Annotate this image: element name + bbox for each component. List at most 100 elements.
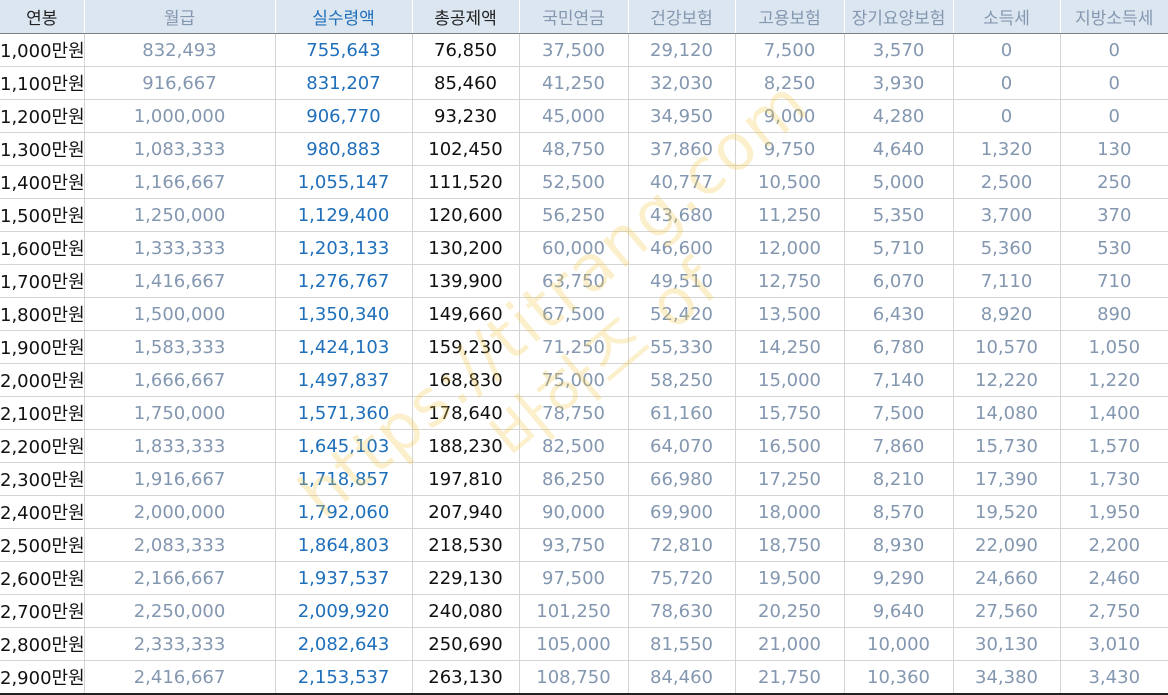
local-income-tax-cell: 1,950 <box>1059 495 1168 529</box>
income-tax-cell: 30,130 <box>952 627 1060 661</box>
long-term-care-cell: 6,430 <box>843 297 953 331</box>
monthly-salary-cell: 1,500,000 <box>83 297 275 331</box>
health-insurance-cell: 32,030 <box>627 66 735 100</box>
local-income-tax-cell: 710 <box>1059 264 1168 298</box>
local-income-tax-cell: 0 <box>1059 66 1168 100</box>
monthly-salary-cell: 2,166,667 <box>83 561 275 595</box>
long-term-care-cell: 5,000 <box>843 165 953 199</box>
national-pension-cell: 52,500 <box>518 165 628 199</box>
net-pay-cell: 1,718,857 <box>274 462 412 496</box>
net-pay-cell: 1,937,537 <box>274 561 412 595</box>
annual-salary-cell: 1,800만원 <box>0 297 84 331</box>
employment-insurance-cell: 20,250 <box>734 594 844 628</box>
national-pension-cell: 101,250 <box>518 594 628 628</box>
employment-insurance-cell: 21,750 <box>734 660 844 695</box>
total-deduction-cell: 188,230 <box>411 429 519 463</box>
national-pension-cell: 97,500 <box>518 561 628 595</box>
national-pension-cell: 56,250 <box>518 198 628 232</box>
income-tax-cell: 8,920 <box>952 297 1060 331</box>
long-term-care-cell: 4,280 <box>843 99 953 133</box>
net-pay-cell: 1,864,803 <box>274 528 412 562</box>
annual-salary-cell: 1,300만원 <box>0 132 84 166</box>
national-pension-cell: 86,250 <box>518 462 628 496</box>
table-row: 1,000만원 832,493 755,643 76,850 37,500 29,120 7… <box>0 33 1168 67</box>
annual-salary-cell: 2,500만원 <box>0 528 84 562</box>
employment-insurance-cell: 13,500 <box>734 297 844 331</box>
net-pay-cell: 1,276,767 <box>274 264 412 298</box>
net-pay-cell: 1,497,837 <box>274 363 412 397</box>
table-row: 1,500만원 1,250,000 1,129,400 120,600 56,250 43… <box>0 198 1168 232</box>
national-pension-cell: 60,000 <box>518 231 628 265</box>
long-term-care-cell: 9,290 <box>843 561 953 595</box>
employment-insurance-cell: 15,750 <box>734 396 844 430</box>
net-pay-cell: 755,643 <box>274 33 412 67</box>
national-pension-cell: 90,000 <box>518 495 628 529</box>
net-pay-cell: 1,055,147 <box>274 165 412 199</box>
income-tax-cell: 34,380 <box>952 660 1060 695</box>
total-deduction-cell: 178,640 <box>411 396 519 430</box>
total-deduction-cell: 250,690 <box>411 627 519 661</box>
header-local-income-tax: 지방소득세 <box>1059 0 1168 34</box>
monthly-salary-cell: 1,000,000 <box>83 99 275 133</box>
local-income-tax-cell: 1,730 <box>1059 462 1168 496</box>
local-income-tax-cell: 250 <box>1059 165 1168 199</box>
long-term-care-cell: 5,350 <box>843 198 953 232</box>
monthly-salary-cell: 1,250,000 <box>83 198 275 232</box>
national-pension-cell: 45,000 <box>518 99 628 133</box>
total-deduction-cell: 93,230 <box>411 99 519 133</box>
annual-salary-cell: 2,600만원 <box>0 561 84 595</box>
local-income-tax-cell: 2,460 <box>1059 561 1168 595</box>
local-income-tax-cell: 130 <box>1059 132 1168 166</box>
long-term-care-cell: 6,780 <box>843 330 953 364</box>
health-insurance-cell: 64,070 <box>627 429 735 463</box>
employment-insurance-cell: 11,250 <box>734 198 844 232</box>
income-tax-cell: 17,390 <box>952 462 1060 496</box>
table-body: 1,000만원 832,493 755,643 76,850 37,500 29,120 7… <box>0 33 1168 695</box>
health-insurance-cell: 78,630 <box>627 594 735 628</box>
table-row: 2,700만원 2,250,000 2,009,920 240,080 101,250 7… <box>0 594 1168 628</box>
total-deduction-cell: 159,230 <box>411 330 519 364</box>
employment-insurance-cell: 15,000 <box>734 363 844 397</box>
total-deduction-cell: 207,940 <box>411 495 519 529</box>
table-row: 2,100만원 1,750,000 1,571,360 178,640 78,750 61… <box>0 396 1168 430</box>
table-row: 2,400만원 2,000,000 1,792,060 207,940 90,000 69… <box>0 495 1168 529</box>
monthly-salary-cell: 1,916,667 <box>83 462 275 496</box>
header-annual-salary: 연봉 <box>0 0 84 34</box>
health-insurance-cell: 43,680 <box>627 198 735 232</box>
national-pension-cell: 105,000 <box>518 627 628 661</box>
health-insurance-cell: 61,160 <box>627 396 735 430</box>
long-term-care-cell: 7,860 <box>843 429 953 463</box>
local-income-tax-cell: 0 <box>1059 33 1168 67</box>
monthly-salary-cell: 2,000,000 <box>83 495 275 529</box>
employment-insurance-cell: 8,250 <box>734 66 844 100</box>
monthly-salary-cell: 1,833,333 <box>83 429 275 463</box>
monthly-salary-cell: 832,493 <box>83 33 275 67</box>
annual-salary-cell: 2,000만원 <box>0 363 84 397</box>
local-income-tax-cell: 1,050 <box>1059 330 1168 364</box>
total-deduction-cell: 197,810 <box>411 462 519 496</box>
health-insurance-cell: 81,550 <box>627 627 735 661</box>
monthly-salary-cell: 1,083,333 <box>83 132 275 166</box>
annual-salary-cell: 2,400만원 <box>0 495 84 529</box>
table-row: 2,600만원 2,166,667 1,937,537 229,130 97,500 75… <box>0 561 1168 595</box>
local-income-tax-cell: 2,200 <box>1059 528 1168 562</box>
local-income-tax-cell: 3,430 <box>1059 660 1168 695</box>
employment-insurance-cell: 18,000 <box>734 495 844 529</box>
annual-salary-cell: 1,600만원 <box>0 231 84 265</box>
national-pension-cell: 108,750 <box>518 660 628 695</box>
net-pay-cell: 1,424,103 <box>274 330 412 364</box>
net-pay-cell: 1,203,133 <box>274 231 412 265</box>
income-tax-cell: 0 <box>952 66 1060 100</box>
health-insurance-cell: 46,600 <box>627 231 735 265</box>
national-pension-cell: 63,750 <box>518 264 628 298</box>
annual-salary-cell: 2,700만원 <box>0 594 84 628</box>
health-insurance-cell: 55,330 <box>627 330 735 364</box>
total-deduction-cell: 149,660 <box>411 297 519 331</box>
table-row: 1,800만원 1,500,000 1,350,340 149,660 67,500 52… <box>0 297 1168 331</box>
health-insurance-cell: 75,720 <box>627 561 735 595</box>
employment-insurance-cell: 21,000 <box>734 627 844 661</box>
monthly-salary-cell: 1,750,000 <box>83 396 275 430</box>
national-pension-cell: 67,500 <box>518 297 628 331</box>
annual-salary-cell: 2,800만원 <box>0 627 84 661</box>
total-deduction-cell: 139,900 <box>411 264 519 298</box>
